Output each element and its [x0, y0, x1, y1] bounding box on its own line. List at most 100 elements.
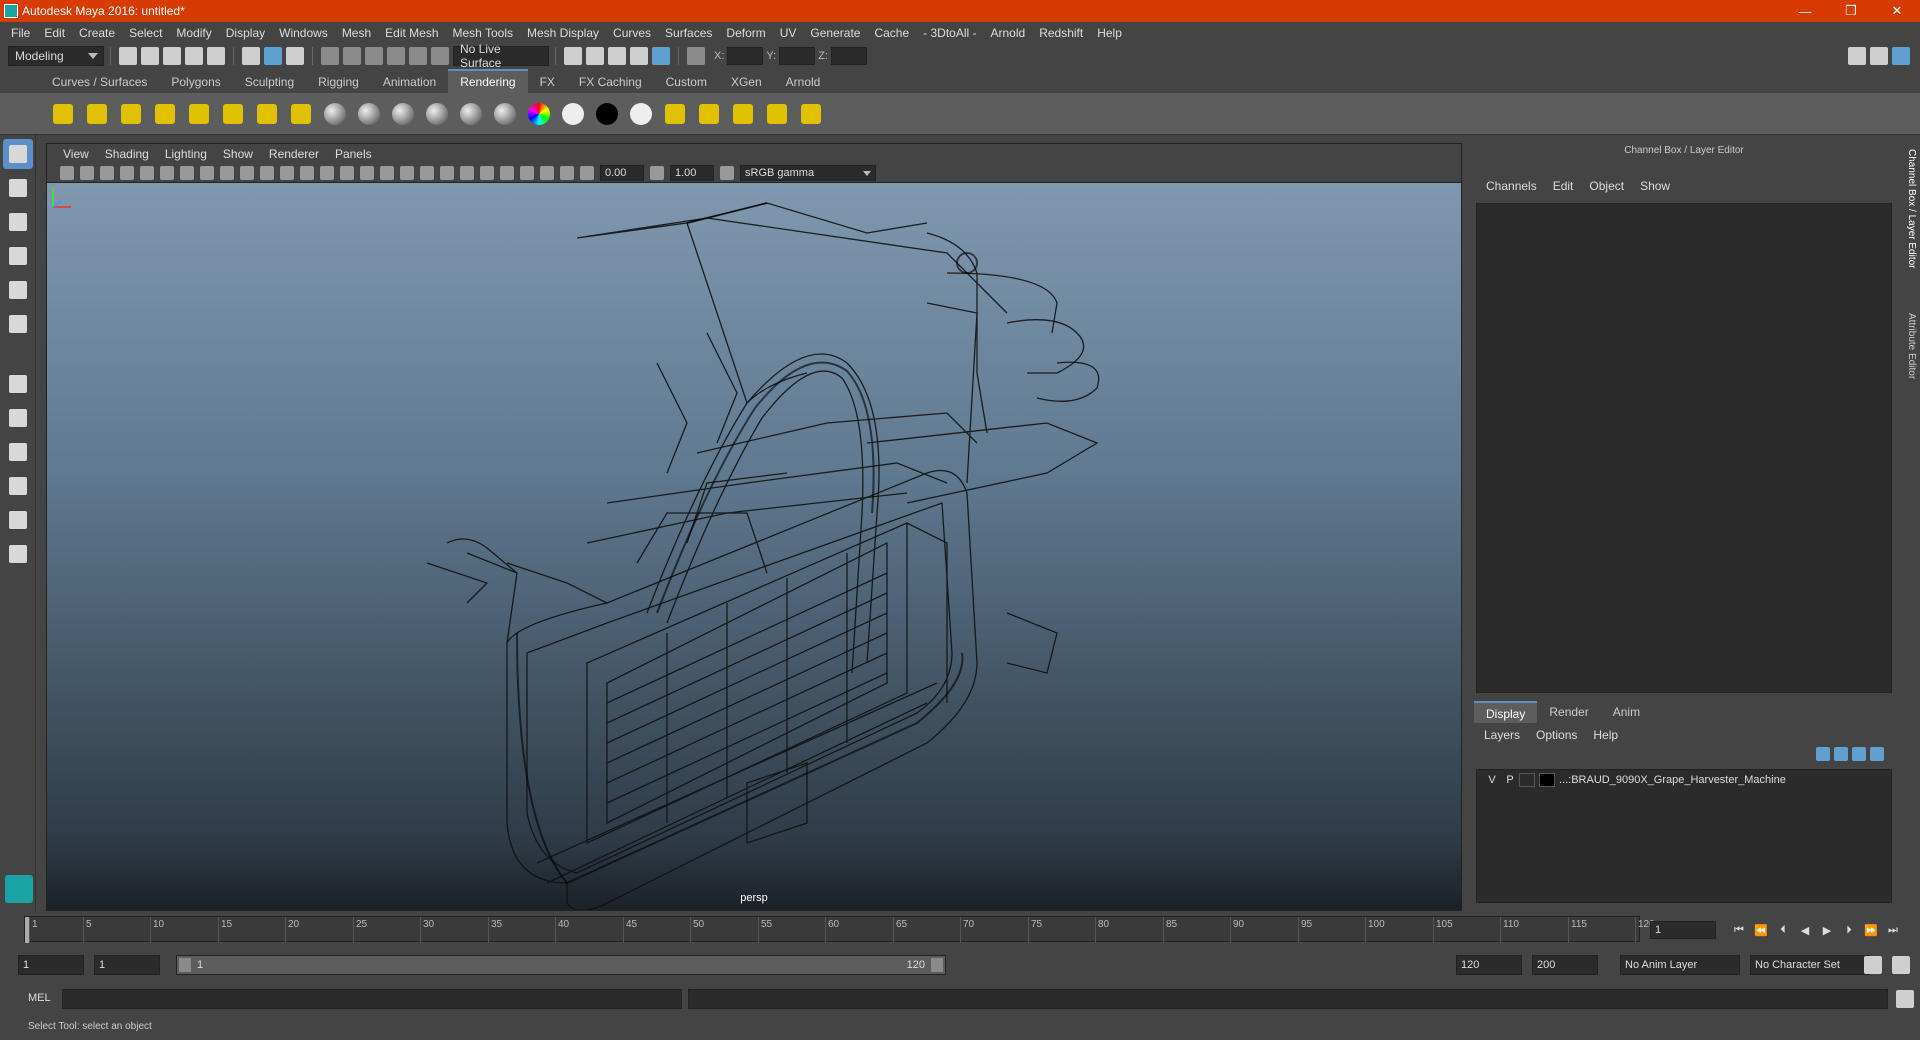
- layer-menu-options[interactable]: Options: [1528, 728, 1585, 742]
- layer-row[interactable]: V P ...:BRAUD_9090X_Grape_Harvester_Mach…: [1477, 770, 1891, 790]
- viewport-menu-show[interactable]: Show: [215, 147, 261, 161]
- menu-generate[interactable]: Generate: [803, 26, 867, 40]
- snap-surface-icon[interactable]: [409, 47, 427, 65]
- camera-aim-icon[interactable]: [287, 100, 315, 128]
- render-view-icon[interactable]: [630, 47, 648, 65]
- shelf-tab-polygons[interactable]: Polygons: [159, 71, 232, 93]
- anti-aliasing-icon[interactable]: [480, 165, 494, 180]
- render-settings-icon[interactable]: [564, 47, 582, 65]
- image-plane-icon[interactable]: [120, 165, 134, 180]
- time-slider-track[interactable]: 1 5 10 15 20 25 30 35 40 45 50 55 60 65 70 75 80 85 90 95 10…: [24, 916, 1655, 943]
- shadows-icon[interactable]: [420, 165, 434, 180]
- step-forward-key-icon[interactable]: ⏵: [1838, 921, 1860, 939]
- z-field[interactable]: [830, 47, 867, 65]
- live-surface-field[interactable]: No Live Surface: [453, 42, 549, 70]
- menu-modify[interactable]: Modify: [169, 26, 218, 40]
- layer-color-swatch[interactable]: [1539, 773, 1555, 787]
- use-all-lights-icon[interactable]: [400, 165, 414, 180]
- menu-create[interactable]: Create: [72, 26, 122, 40]
- render-current-icon[interactable]: [695, 100, 723, 128]
- animation-start-field[interactable]: 1: [18, 955, 84, 975]
- four-view-layout-icon[interactable]: [3, 403, 33, 433]
- menu-edit[interactable]: Edit: [37, 26, 72, 40]
- channel-box-menu-show[interactable]: Show: [1632, 179, 1678, 193]
- camera-icon[interactable]: [253, 100, 281, 128]
- select-component-icon[interactable]: [286, 47, 304, 65]
- close-icon[interactable]: ✕: [1874, 0, 1920, 22]
- anim-layer-dropdown[interactable]: No Anim Layer: [1620, 955, 1740, 975]
- transform-mode-icon[interactable]: [687, 47, 705, 65]
- field-chart-icon[interactable]: [260, 165, 274, 180]
- menu-edit-mesh[interactable]: Edit Mesh: [378, 26, 445, 40]
- shelf-tab-animation[interactable]: Animation: [371, 71, 448, 93]
- new-layer-from-selected-icon[interactable]: [1870, 747, 1884, 761]
- menu-cache[interactable]: Cache: [867, 26, 916, 40]
- new-scene-icon[interactable]: [119, 47, 137, 65]
- phong-material-icon[interactable]: [389, 100, 417, 128]
- surface-shader-white-icon[interactable]: [559, 100, 587, 128]
- ambient-light-icon[interactable]: [49, 100, 77, 128]
- grid-icon[interactable]: [180, 165, 194, 180]
- playback-end-field[interactable]: 120: [1456, 955, 1522, 975]
- channel-box-area[interactable]: [1476, 203, 1892, 693]
- auto-key-icon[interactable]: [1864, 956, 1882, 974]
- menu-mesh[interactable]: Mesh: [335, 26, 378, 40]
- safe-title-icon[interactable]: [300, 165, 314, 180]
- play-backwards-icon[interactable]: ◀: [1794, 921, 1816, 939]
- phonge-material-icon[interactable]: [423, 100, 451, 128]
- textured-icon[interactable]: [380, 165, 394, 180]
- persp-outliner-layout-icon[interactable]: [3, 437, 33, 467]
- shelf-tab-fx[interactable]: FX: [528, 71, 567, 93]
- range-end-handle[interactable]: [931, 958, 943, 972]
- menu-curves[interactable]: Curves: [606, 26, 658, 40]
- menu-mesh-tools[interactable]: Mesh Tools: [446, 26, 520, 40]
- layer-tab-anim[interactable]: Anim: [1601, 701, 1652, 723]
- select-hierarchy-icon[interactable]: [242, 47, 260, 65]
- xray-joints-icon[interactable]: [540, 165, 554, 180]
- step-forward-icon[interactable]: ⏩: [1860, 921, 1882, 939]
- minimize-icon[interactable]: —: [1782, 0, 1828, 22]
- layer-menu-help[interactable]: Help: [1585, 728, 1626, 742]
- side-tab-attribute-editor[interactable]: Attribute Editor: [1903, 313, 1917, 379]
- redo-icon[interactable]: [207, 47, 225, 65]
- snap-live-icon[interactable]: [431, 47, 449, 65]
- hypershade-shelf-icon[interactable]: [661, 100, 689, 128]
- modeling-toolkit-icon[interactable]: [1848, 47, 1866, 65]
- snap-curve-icon[interactable]: [343, 47, 361, 65]
- paint-select-tool-icon[interactable]: [3, 207, 33, 237]
- animation-end-field[interactable]: 200: [1532, 955, 1598, 975]
- ipr-shelf-icon[interactable]: [729, 100, 757, 128]
- shelf-tab-curves-surfaces[interactable]: Curves / Surfaces: [40, 71, 159, 93]
- layer-display-type-swatch[interactable]: [1519, 773, 1535, 787]
- shelf-tab-sculpting[interactable]: Sculpting: [233, 71, 306, 93]
- use-background-icon[interactable]: [593, 100, 621, 128]
- shelf-tab-xgen[interactable]: XGen: [719, 71, 774, 93]
- menu-3dtoall[interactable]: - 3DtoAll -: [916, 26, 983, 40]
- range-slider[interactable]: 1 120: [176, 955, 946, 975]
- spot-light-icon[interactable]: [151, 100, 179, 128]
- menu-redshift[interactable]: Redshift: [1032, 26, 1090, 40]
- gamma-icon[interactable]: [650, 165, 664, 180]
- layer-menu-layers[interactable]: Layers: [1476, 728, 1528, 742]
- ramp-shader-icon[interactable]: [491, 100, 519, 128]
- exposure-icon[interactable]: [580, 165, 594, 180]
- 2d-pan-zoom-icon[interactable]: [140, 165, 154, 180]
- color-space-dropdown[interactable]: sRGB gamma: [740, 164, 876, 181]
- snap-point-icon[interactable]: [365, 47, 383, 65]
- motion-blur-icon[interactable]: [460, 165, 474, 180]
- persp-hypershade-layout-icon[interactable]: [3, 505, 33, 535]
- point-light-icon[interactable]: [117, 100, 145, 128]
- mel-input[interactable]: [62, 989, 682, 1009]
- channel-box-menu-object[interactable]: Object: [1581, 179, 1632, 193]
- xray-icon[interactable]: [520, 165, 534, 180]
- anisotropic-material-icon[interactable]: [457, 100, 485, 128]
- isolate-select-icon[interactable]: [500, 165, 514, 180]
- directional-light-icon[interactable]: [83, 100, 111, 128]
- scene-canvas[interactable]: persp: [47, 183, 1461, 910]
- viewport-menu-shading[interactable]: Shading: [97, 147, 157, 161]
- menu-help[interactable]: Help: [1090, 26, 1129, 40]
- move-tool-icon[interactable]: [3, 241, 33, 271]
- layer-move-down-icon[interactable]: [1834, 747, 1848, 761]
- viewport-menu-view[interactable]: View: [55, 147, 97, 161]
- menu-uv[interactable]: UV: [773, 26, 804, 40]
